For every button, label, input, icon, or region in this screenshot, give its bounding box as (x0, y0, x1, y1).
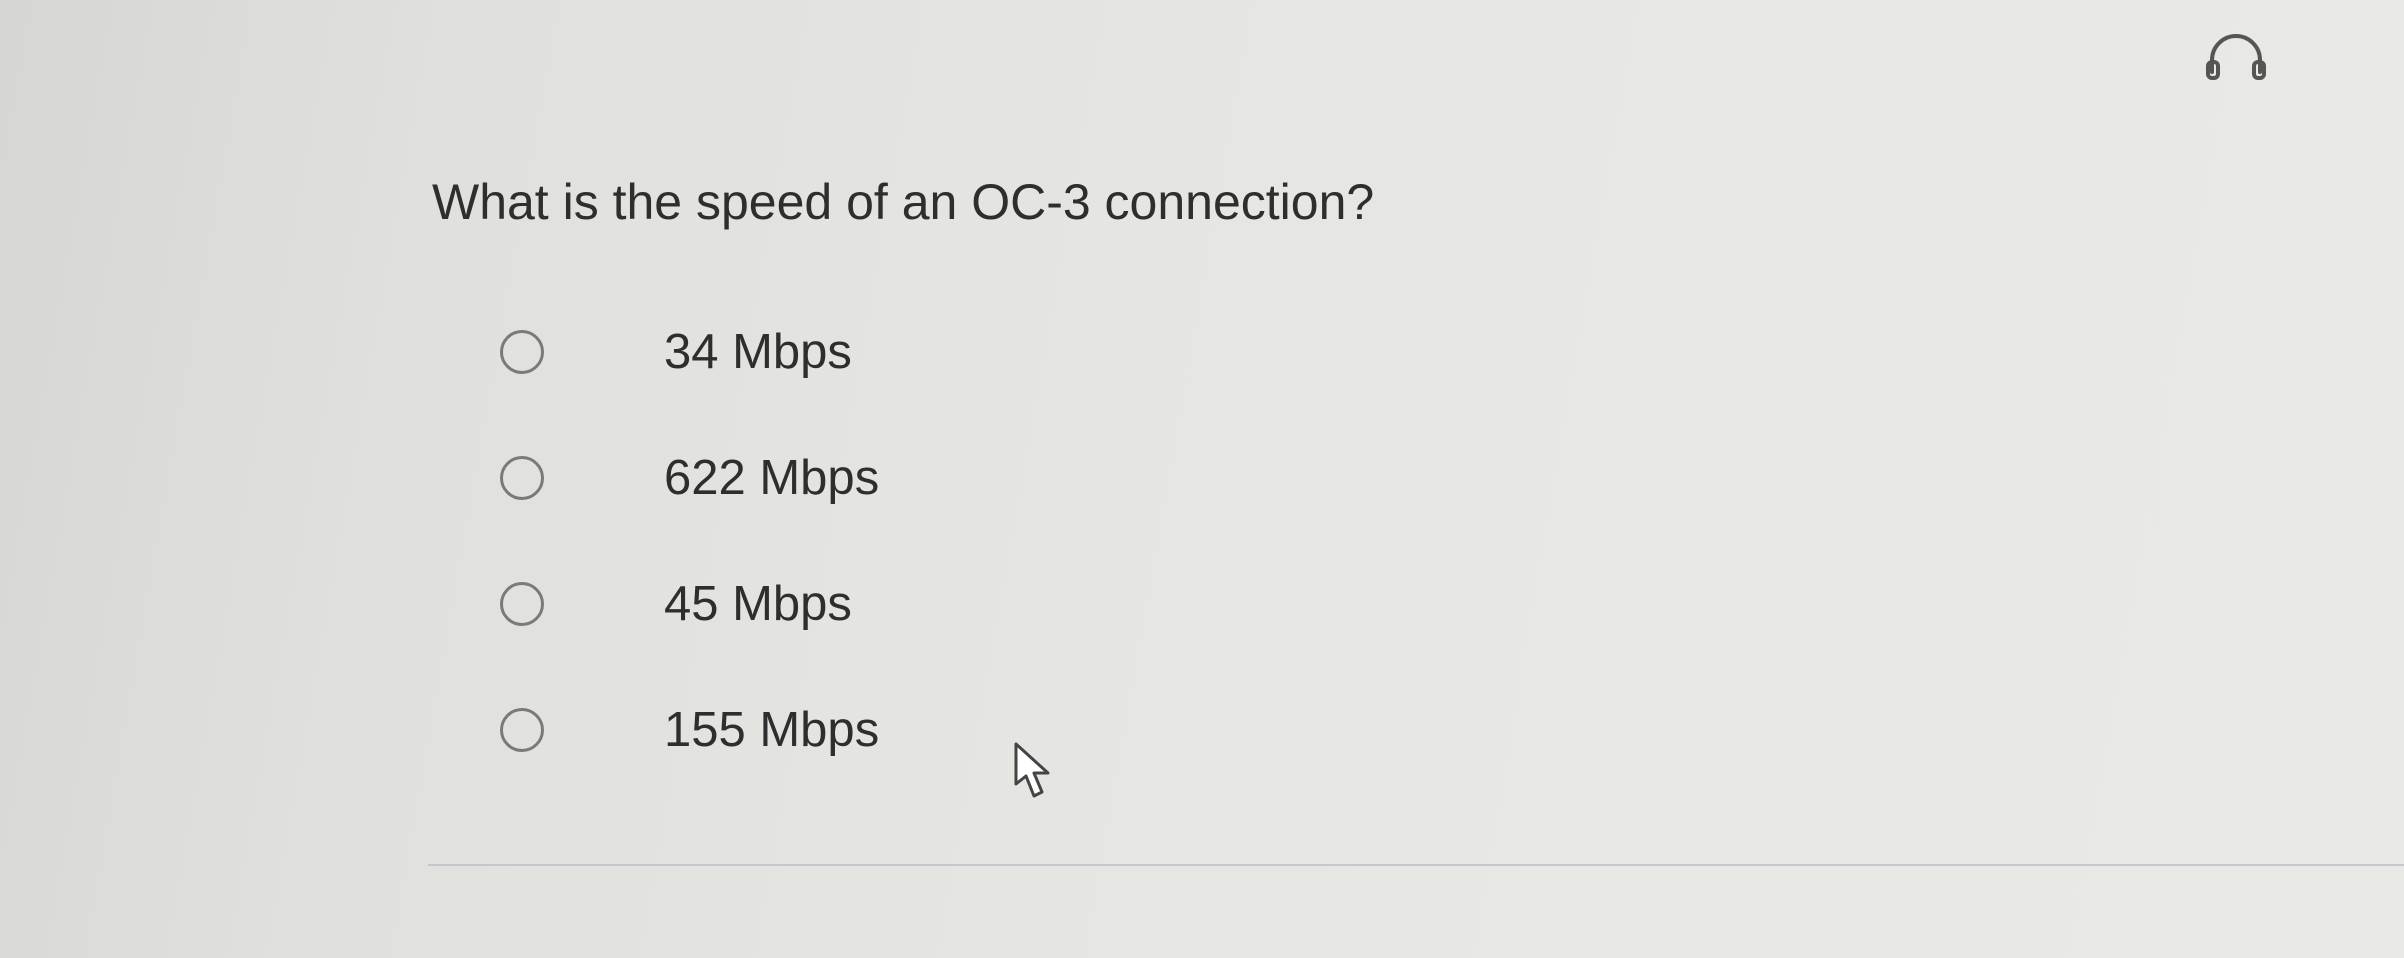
quiz-screen: What is the speed of an OC-3 connection?… (0, 0, 2404, 958)
mouse-pointer-icon (1012, 740, 1060, 809)
answer-option[interactable]: 622 Mbps (500, 431, 879, 557)
option-label: 34 Mbps (664, 325, 852, 379)
question-text: What is the speed of an OC-3 connection? (432, 174, 1375, 230)
radio-button[interactable] (500, 708, 544, 752)
divider (428, 864, 2404, 866)
radio-button[interactable] (500, 456, 544, 500)
answer-option[interactable]: 34 Mbps (500, 305, 879, 431)
answer-option[interactable]: 45 Mbps (500, 557, 879, 683)
option-label: 622 Mbps (664, 451, 880, 505)
answer-option[interactable]: 155 Mbps (500, 683, 879, 809)
answer-options: 34 Mbps 622 Mbps 45 Mbps 155 Mbps (500, 305, 879, 809)
radio-button[interactable] (500, 330, 544, 374)
audio-button[interactable] (2200, 22, 2272, 94)
radio-button[interactable] (500, 582, 544, 626)
option-label: 155 Mbps (664, 703, 880, 757)
option-label: 45 Mbps (664, 577, 852, 631)
headphones-icon (2206, 34, 2266, 80)
